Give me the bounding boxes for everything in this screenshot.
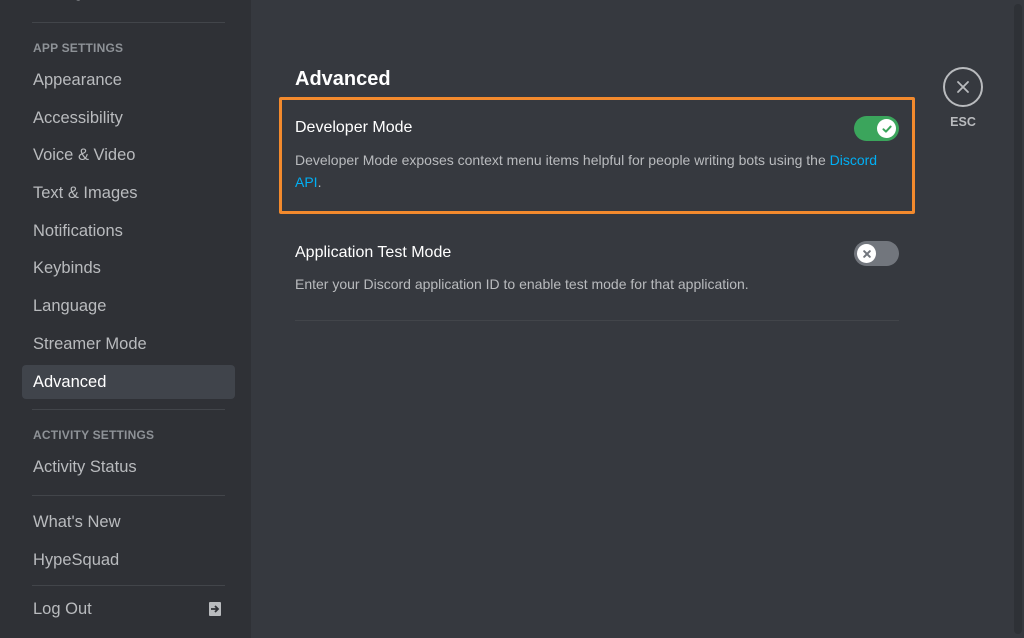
sidebar-item-language[interactable]: Language <box>22 289 235 323</box>
settings-content: Advanced Developer Mode Developer Mode e… <box>251 0 1024 638</box>
close-icon[interactable] <box>943 67 983 107</box>
setting-description: Developer Mode exposes context menu item… <box>295 149 899 193</box>
close-button[interactable]: ESC <box>942 67 984 129</box>
setting-description: Enter your Discord application ID to ena… <box>295 276 749 292</box>
sidebar-item-streamer-mode[interactable]: Streamer Mode <box>22 327 235 361</box>
sidebar-item-log-out[interactable]: Log Out <box>22 592 235 626</box>
setting-application-test-mode: Application Test Mode Enter your Discord… <box>295 241 899 295</box>
description-text: Developer Mode exposes context menu item… <box>295 152 830 168</box>
sidebar-item-text-images[interactable]: Text & Images <box>22 176 235 210</box>
x-icon <box>857 244 876 263</box>
sidebar-item-advanced[interactable]: Advanced <box>22 364 235 399</box>
developer-mode-toggle[interactable] <box>854 116 899 141</box>
sidebar-item-accessibility[interactable]: Accessibility <box>22 101 235 135</box>
sidebar-item-hypesquad[interactable]: HypeSquad <box>22 543 235 577</box>
sidebar-item-voice-video[interactable]: Voice & Video <box>22 138 235 172</box>
setting-title: Application Test Mode <box>295 244 452 261</box>
settings-sidebar: Settings App Settings Appearance Accessi… <box>0 0 251 638</box>
settings-window: Settings App Settings Appearance Accessi… <box>0 0 1024 638</box>
scrollbar[interactable] <box>1010 0 1024 638</box>
setting-divider <box>295 320 899 321</box>
sidebar-item-whats-new[interactable]: What's New <box>22 505 235 539</box>
section-header-activity-settings: Activity Settings <box>33 428 155 443</box>
description-suffix: . <box>317 174 322 190</box>
logout-icon <box>209 602 221 617</box>
setting-title: Developer Mode <box>295 119 413 136</box>
section-header-app-settings: App Settings <box>33 41 124 55</box>
setting-developer-mode: Developer Mode Developer Mode exposes co… <box>295 116 899 193</box>
log-out-label: Log Out <box>33 600 92 619</box>
scrollbar-track[interactable] <box>1014 4 1022 634</box>
sidebar-item-appearance[interactable]: Appearance <box>22 63 235 97</box>
application-test-mode-toggle[interactable] <box>854 241 899 266</box>
sidebar-item-keybinds[interactable]: Keybinds <box>22 251 235 285</box>
page-title: Advanced <box>295 68 391 90</box>
sidebar-item-activity-status[interactable]: Activity Status <box>22 450 235 484</box>
check-icon <box>877 119 896 138</box>
esc-label: ESC <box>950 115 976 129</box>
sidebar-item-notifications[interactable]: Notifications <box>22 214 235 248</box>
